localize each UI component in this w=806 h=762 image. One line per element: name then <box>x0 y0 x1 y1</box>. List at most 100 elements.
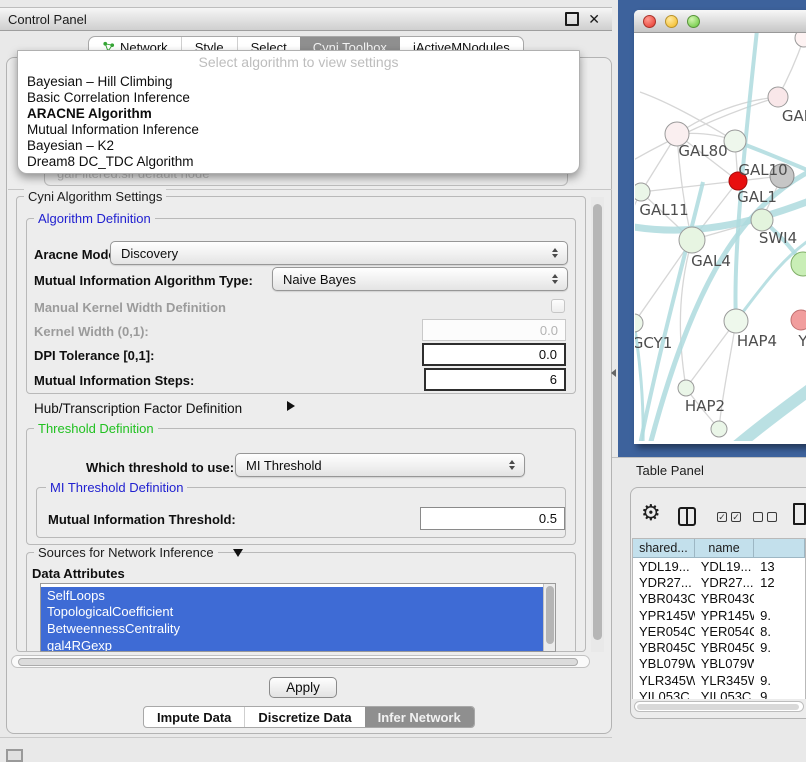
table-cell: 9. <box>754 639 805 655</box>
table-cell: YIL053C <box>695 688 754 699</box>
unchecked-checkbox-icon[interactable] <box>753 512 763 522</box>
unchecked-checkbox-icon[interactable] <box>767 512 777 522</box>
mi-threshold-input[interactable]: 0.5 <box>420 507 565 530</box>
algorithm-option-basic-correlation-inference[interactable]: Basic Correlation Inference <box>18 89 579 105</box>
manual-kernel-checkbox[interactable] <box>551 299 565 313</box>
float-window-icon[interactable] <box>565 12 579 26</box>
table-row[interactable]: YPR145WYPR145W9. <box>633 607 805 623</box>
table-row[interactable]: YLR345WYLR345W9. <box>633 672 805 688</box>
column-header-shared[interactable]: shared... <box>633 539 695 558</box>
table-cell: YPR145W <box>695 607 754 623</box>
table-row[interactable]: YDL19...YDL19...13 <box>633 558 805 574</box>
node-table[interactable]: shared...name YDL19...YDL19...13YDR27...… <box>632 538 806 699</box>
expand-right-icon[interactable] <box>287 401 295 411</box>
algorithm-option-dream8-dc-tdc-algorithm[interactable]: Dream8 DC_TDC Algorithm <box>18 153 579 169</box>
collapsed-panel-icon[interactable] <box>6 749 23 762</box>
file-icon[interactable] <box>793 503 806 525</box>
which-threshold-select[interactable]: MI Threshold <box>235 453 525 477</box>
threshold-definition-title: Threshold Definition <box>34 421 158 436</box>
algorithm-dropdown-placeholder: Select algorithm to view settings <box>18 51 579 73</box>
columns-icon[interactable] <box>678 507 696 526</box>
table-cell: YER054C <box>633 623 695 639</box>
algorithm-option-aracne-algorithm[interactable]: ARACNE Algorithm <box>18 105 579 121</box>
checked-checkbox-icon[interactable]: ✓ <box>717 512 727 522</box>
data-attributes-list[interactable]: SelfLoopsTopologicalCoefficientBetweenne… <box>40 583 556 652</box>
data-attributes-label: Data Attributes <box>32 566 125 581</box>
kernel-width-label: Kernel Width (0,1): <box>34 324 149 339</box>
table-row[interactable]: YBR045CYBR045C9. <box>633 639 805 655</box>
sources-title[interactable]: Sources for Network Inference <box>34 545 218 560</box>
table-cell: YBR043C <box>633 591 695 607</box>
collapse-down-icon[interactable] <box>233 549 243 557</box>
network-node-label: GCY1 <box>635 334 672 352</box>
table-horizontal-scrollbar[interactable] <box>634 701 804 712</box>
network-node[interactable] <box>795 33 806 47</box>
mi-type-value: Naive Bayes <box>283 272 356 287</box>
which-threshold-value: MI Threshold <box>246 458 322 473</box>
algorithm-option-bayesian-hill-climbing[interactable]: Bayesian – Hill Climbing <box>18 73 579 89</box>
table-row[interactable]: YER054CYER054C8. <box>633 623 805 639</box>
hub-definition-toggle[interactable]: Hub/Transcription Factor Definition <box>34 401 242 416</box>
network-edge-highlighted <box>718 388 806 441</box>
network-canvas[interactable]: GALGAL80GAL10GAL1GAL11SWI4GAL4GCY1HAP4YH… <box>635 33 806 441</box>
network-node-gal[interactable] <box>768 87 788 107</box>
algorithm-option-bayesian-k2[interactable]: Bayesian – K2 <box>18 137 579 153</box>
dpi-tolerance-input[interactable]: 0.0 <box>422 343 566 366</box>
network-node[interactable] <box>711 421 727 437</box>
network-node-hap4[interactable] <box>724 309 748 333</box>
close-window-icon[interactable]: ✕ <box>588 14 600 24</box>
table-cell: YBL079W <box>633 656 695 672</box>
minimize-traffic-light[interactable] <box>665 15 678 28</box>
network-node-gal11[interactable] <box>635 183 650 201</box>
network-node-label: GAL10 <box>738 161 787 179</box>
attribute-item-betweennesscentrality[interactable]: BetweennessCentrality <box>41 620 555 637</box>
attribute-item-gal4rgexp[interactable]: gal4RGexp <box>41 637 555 652</box>
mi-type-select[interactable]: Naive Bayes <box>272 267 568 291</box>
aracne-mode-select[interactable]: Discovery <box>110 241 568 265</box>
settings-vertical-scrollbar[interactable] <box>591 197 604 652</box>
network-node-hap2[interactable] <box>678 380 694 396</box>
network-window-titlebar[interactable] <box>634 10 806 33</box>
gear-icon[interactable]: ⚙ <box>641 501 661 527</box>
attribute-item-topologicalcoefficient[interactable]: TopologicalCoefficient <box>41 604 555 621</box>
table-cell: 9. <box>754 672 805 688</box>
settings-horizontal-scrollbar[interactable] <box>11 655 590 668</box>
table-row[interactable]: YBL079WYBL079W <box>633 656 805 672</box>
table-row[interactable]: YDR27...YDR27...12 <box>633 574 805 590</box>
table-row[interactable]: YIL053CYIL053C9 <box>633 688 805 699</box>
table-cell <box>754 591 805 607</box>
network-edge-highlighted <box>736 238 806 321</box>
algorithm-option-mutual-information-inference[interactable]: Mutual Information Inference <box>18 121 579 137</box>
table-panel-title: Table Panel <box>636 463 704 478</box>
column-header-clipped[interactable] <box>754 539 805 558</box>
kernel-width-input[interactable]: 0.0 <box>422 319 566 341</box>
close-traffic-light[interactable] <box>643 15 656 28</box>
network-node-label: GAL1 <box>737 188 777 206</box>
splitter-arrow-icon[interactable] <box>611 369 616 377</box>
tab-impute-data[interactable]: Impute Data <box>144 707 244 727</box>
network-node-swi4[interactable] <box>751 209 773 231</box>
tab-infer-network[interactable]: Infer Network <box>365 707 474 727</box>
network-node-gcy1[interactable] <box>635 314 643 332</box>
kernel-width-value: 0.0 <box>540 323 558 338</box>
table-cell: 9 <box>754 688 805 699</box>
dpi-tolerance-value: 0.0 <box>539 347 557 362</box>
network-node[interactable] <box>791 252 806 276</box>
table-row[interactable]: YBR043CYBR043C <box>633 591 805 607</box>
mi-steps-input[interactable]: 6 <box>424 368 566 391</box>
network-node-label: GAL4 <box>691 252 731 270</box>
mi-threshold-title: MI Threshold Definition <box>46 480 187 495</box>
spinner-arrows-icon <box>509 460 515 470</box>
app-root: Control Panel ✕ NetworkStyleSelectCyni T… <box>0 0 806 762</box>
network-node-gal4[interactable] <box>679 227 705 253</box>
zoom-traffic-light[interactable] <box>687 15 700 28</box>
table-cell <box>754 656 805 672</box>
network-node-y[interactable] <box>791 310 806 330</box>
attribute-item-selfloops[interactable]: SelfLoops <box>41 587 555 604</box>
control-panel-titlebar: Control Panel ✕ <box>0 7 612 31</box>
tab-discretize-data[interactable]: Discretize Data <box>244 707 364 727</box>
column-header-name[interactable]: name <box>695 539 754 558</box>
apply-button[interactable]: Apply <box>269 677 337 698</box>
attributes-scrollbar[interactable] <box>543 584 555 651</box>
checked-checkbox-icon[interactable]: ✓ <box>731 512 741 522</box>
